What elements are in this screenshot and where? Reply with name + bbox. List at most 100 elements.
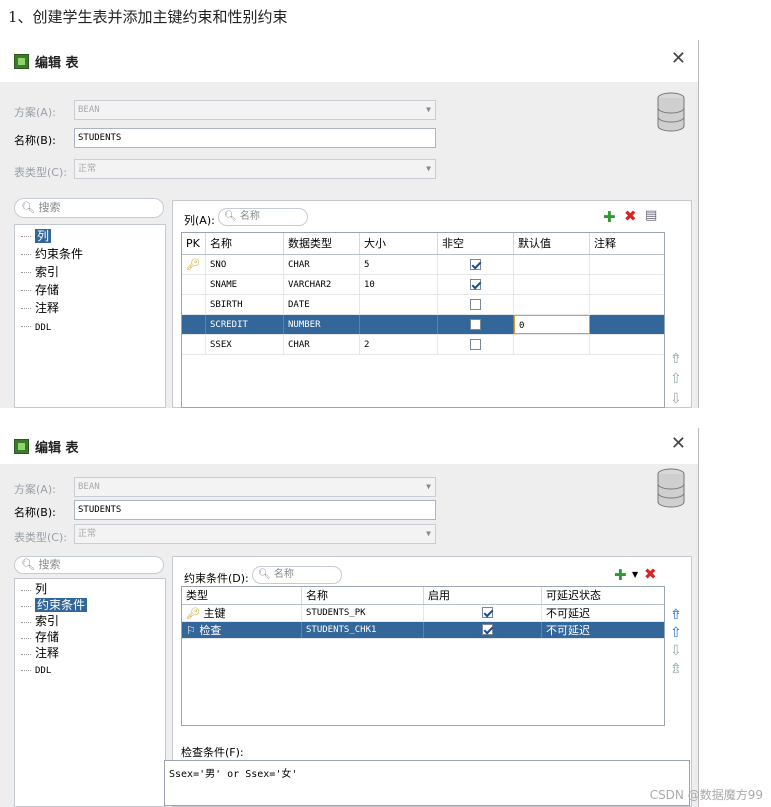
search-input[interactable]: 🔍︎ 搜索 bbox=[14, 556, 164, 574]
cell-comment[interactable] bbox=[590, 255, 664, 274]
delete-column-icon[interactable]: ✖ bbox=[624, 207, 637, 225]
move-top-icon[interactable]: ⇮ bbox=[670, 352, 682, 366]
cell-name[interactable]: SSEX bbox=[206, 335, 284, 354]
table-row[interactable]: SBIRTH DATE bbox=[182, 295, 664, 315]
grid-header: PK 名称 数据类型 大小 非空 默认值 注释 bbox=[182, 233, 664, 255]
table-row[interactable]: 🔑︎ 主键 STUDENTS_PK 不可延迟 bbox=[182, 605, 664, 622]
table-type-select[interactable]: 正常 ▼ bbox=[74, 524, 436, 544]
cell-deferrable[interactable]: 不可延迟 bbox=[542, 622, 664, 638]
tree-item-constraints[interactable]: 约束条件 bbox=[15, 597, 165, 613]
move-down-icon[interactable]: ⇩ bbox=[670, 644, 682, 658]
cell-comment[interactable] bbox=[590, 315, 664, 334]
cell-comment[interactable] bbox=[590, 335, 664, 354]
move-up-icon[interactable]: ⇧ bbox=[670, 372, 682, 386]
move-down-icon[interactable]: ⇩ bbox=[670, 392, 682, 406]
tree-item-comments[interactable]: 注释 bbox=[15, 299, 165, 317]
col-header-notnull[interactable]: 非空 bbox=[438, 233, 514, 254]
cell-notnull bbox=[438, 335, 514, 354]
cell-default[interactable] bbox=[514, 255, 590, 274]
col-header-default[interactable]: 默认值 bbox=[514, 233, 590, 254]
enabled-checkbox[interactable] bbox=[482, 624, 493, 635]
cell-datatype[interactable]: CHAR bbox=[284, 255, 360, 274]
tree-item-columns[interactable]: 列 bbox=[15, 581, 165, 597]
table-row[interactable]: SSEX CHAR 2 bbox=[182, 335, 664, 355]
cell-name[interactable]: SNAME bbox=[206, 275, 284, 294]
chevron-down-icon: ▼ bbox=[426, 105, 431, 114]
col-header-comment[interactable]: 注释 bbox=[590, 233, 664, 254]
close-icon[interactable]: ✕ bbox=[671, 433, 686, 454]
cell-name[interactable]: STUDENTS_PK bbox=[302, 605, 424, 621]
cell-size[interactable] bbox=[360, 295, 438, 314]
col-header-size[interactable]: 大小 bbox=[360, 233, 438, 254]
close-icon[interactable]: ✕ bbox=[671, 48, 686, 69]
column-search-input[interactable]: 🔍︎ 名称 bbox=[218, 208, 308, 226]
col-header-type[interactable]: 类型 bbox=[182, 587, 302, 604]
col-header-deferrable[interactable]: 可延迟状态 bbox=[542, 587, 664, 604]
cell-default[interactable] bbox=[514, 295, 590, 314]
add-column-icon[interactable]: ✚ bbox=[603, 208, 616, 226]
col-header-name[interactable]: 名称 bbox=[206, 233, 284, 254]
cell-comment[interactable] bbox=[590, 275, 664, 294]
add-constraint-icon[interactable]: ✚ bbox=[614, 566, 627, 584]
move-up-icon[interactable]: ⇧ bbox=[670, 626, 682, 640]
scheme-select[interactable]: BEAN ▼ bbox=[74, 100, 436, 120]
notnull-checkbox[interactable] bbox=[470, 299, 481, 310]
table-row[interactable]: SCREDIT NUMBER 0 bbox=[182, 315, 664, 335]
tree-item-columns[interactable]: 列 bbox=[15, 227, 165, 245]
cell-deferrable[interactable]: 不可延迟 bbox=[542, 605, 664, 621]
name-field[interactable]: STUDENTS bbox=[74, 128, 436, 148]
table-row[interactable]: ⚐ 检查 STUDENTS_CHK1 不可延迟 bbox=[182, 622, 664, 639]
cell-datatype[interactable]: DATE bbox=[284, 295, 360, 314]
cell-datatype[interactable]: NUMBER bbox=[284, 315, 360, 334]
tree-item-indexes[interactable]: 索引 bbox=[15, 613, 165, 629]
col-header-datatype[interactable]: 数据类型 bbox=[284, 233, 360, 254]
page-heading: 1、创建学生表并添加主键约束和性别约束 bbox=[8, 8, 288, 26]
scheme-select[interactable]: BEAN ▼ bbox=[74, 477, 436, 497]
tree-item-storage[interactable]: 存储 bbox=[15, 629, 165, 645]
cell-default[interactable] bbox=[514, 335, 590, 354]
tree-item-comments[interactable]: 注释 bbox=[15, 645, 165, 661]
cell-type[interactable]: ⚐ 检查 bbox=[182, 622, 302, 638]
cell-size[interactable]: 5 bbox=[360, 255, 438, 274]
cell-size[interactable] bbox=[360, 315, 438, 334]
notnull-checkbox[interactable] bbox=[470, 279, 481, 290]
cell-default[interactable] bbox=[514, 275, 590, 294]
nav-tree: 列 约束条件 索引 存储 注释 DDL bbox=[14, 578, 166, 807]
col-header-pk[interactable]: PK bbox=[182, 233, 206, 254]
tree-item-storage[interactable]: 存储 bbox=[15, 281, 165, 299]
col-header-enabled[interactable]: 启用 bbox=[424, 587, 542, 604]
table-type-select[interactable]: 正常 ▼ bbox=[74, 159, 436, 179]
tree-item-ddl[interactable]: DDL bbox=[15, 661, 165, 677]
cell-datatype[interactable]: VARCHAR2 bbox=[284, 275, 360, 294]
cell-comment[interactable] bbox=[590, 295, 664, 314]
move-bottom-icon[interactable]: ⇯ bbox=[670, 662, 682, 676]
move-top-icon[interactable]: ⇮ bbox=[670, 608, 682, 622]
cell-datatype[interactable]: CHAR bbox=[284, 335, 360, 354]
copy-column-icon[interactable]: ▤ bbox=[645, 208, 657, 223]
name-field[interactable]: STUDENTS bbox=[74, 500, 436, 520]
cell-name[interactable]: STUDENTS_CHK1 bbox=[302, 622, 424, 638]
notnull-checkbox[interactable] bbox=[470, 259, 481, 270]
row-move-controls: ⇮ ⇧ ⇩ bbox=[670, 352, 682, 406]
search-input[interactable]: 🔍︎ 搜索 bbox=[14, 198, 164, 218]
tree-item-indexes[interactable]: 索引 bbox=[15, 263, 165, 281]
chevron-down-icon[interactable]: ▼ bbox=[632, 570, 638, 579]
cell-size[interactable]: 2 bbox=[360, 335, 438, 354]
constraint-search-input[interactable]: 🔍︎ 名称 bbox=[252, 566, 342, 584]
cell-name[interactable]: SNO bbox=[206, 255, 284, 274]
check-condition-field[interactable]: Ssex='男' or Ssex='女' bbox=[164, 760, 690, 806]
table-row[interactable]: SNAME VARCHAR2 10 bbox=[182, 275, 664, 295]
tree-item-ddl[interactable]: DDL bbox=[15, 317, 165, 335]
cell-type[interactable]: 🔑︎ 主键 bbox=[182, 605, 302, 621]
col-header-name[interactable]: 名称 bbox=[302, 587, 424, 604]
cell-default-editing[interactable]: 0 bbox=[514, 315, 590, 334]
notnull-checkbox[interactable] bbox=[470, 339, 481, 350]
cell-name[interactable]: SBIRTH bbox=[206, 295, 284, 314]
delete-constraint-icon[interactable]: ✖ bbox=[644, 565, 657, 583]
cell-name[interactable]: SCREDIT bbox=[206, 315, 284, 334]
cell-size[interactable]: 10 bbox=[360, 275, 438, 294]
tree-item-constraints[interactable]: 约束条件 bbox=[15, 245, 165, 263]
enabled-checkbox[interactable] bbox=[482, 607, 493, 618]
notnull-checkbox[interactable] bbox=[470, 319, 481, 330]
table-row[interactable]: 🔑︎ SNO CHAR 5 bbox=[182, 255, 664, 275]
